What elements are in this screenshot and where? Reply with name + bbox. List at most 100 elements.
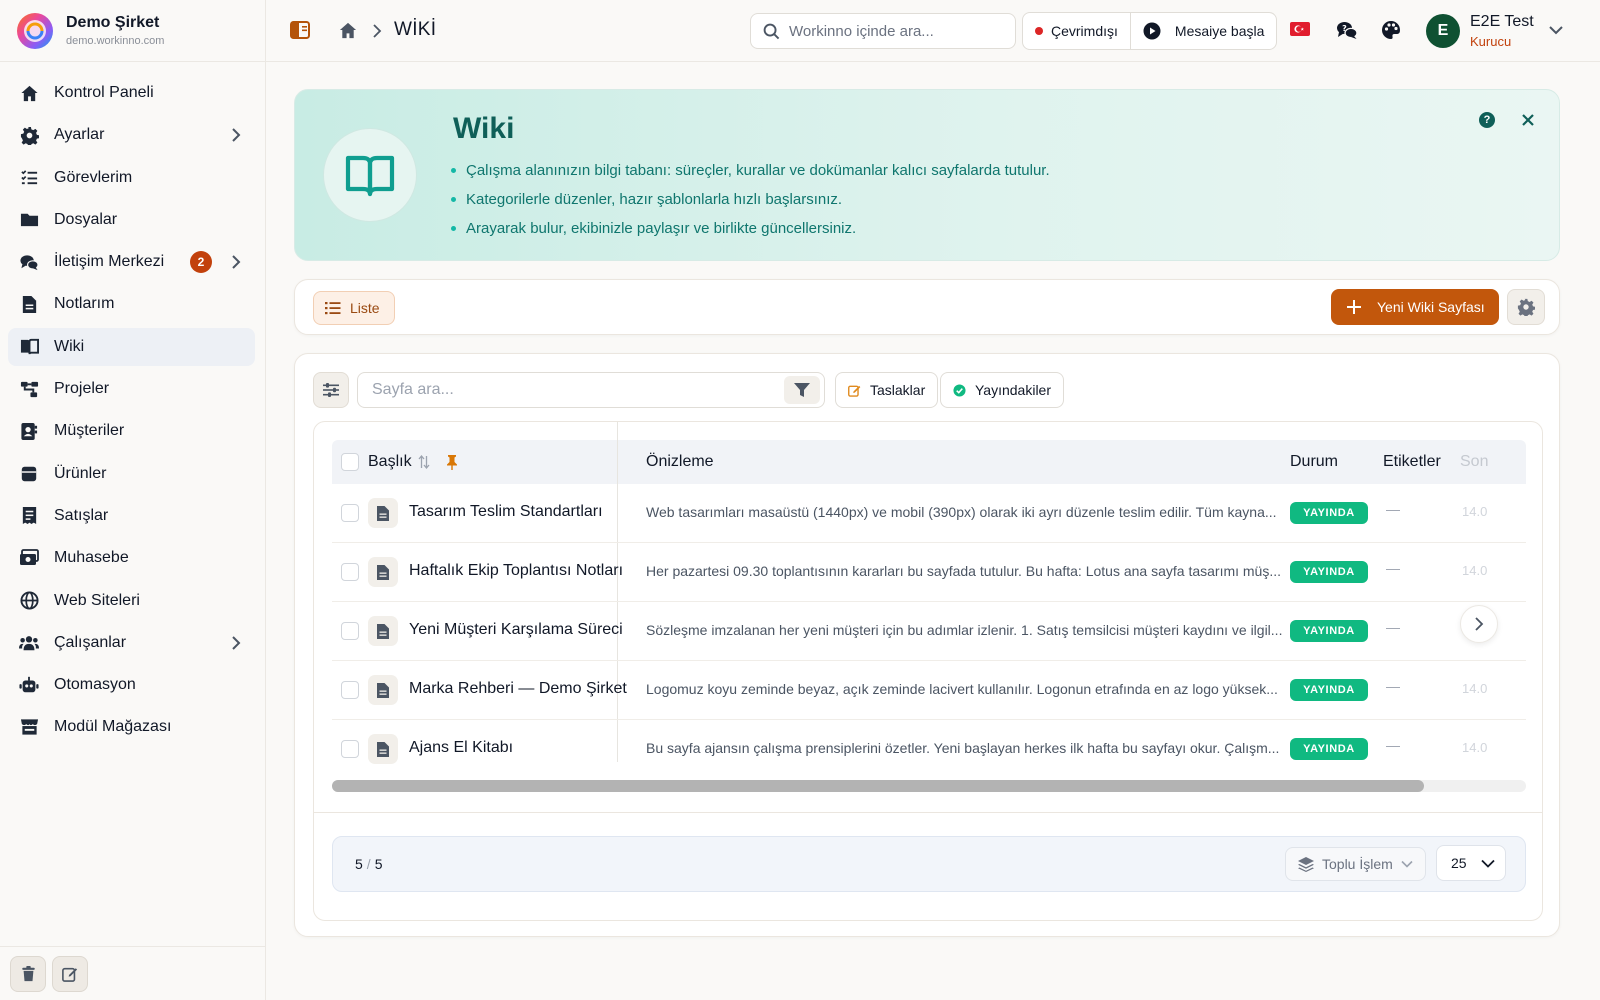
bulk-action-button[interactable]: Toplu İşlem (1285, 847, 1426, 881)
sidebar-toggle-icon[interactable] (290, 21, 310, 39)
column-title-header[interactable]: Başlık (368, 440, 458, 484)
check-circle-icon (953, 383, 966, 397)
pagination-bar: 5/5 Toplu İşlem 25 (332, 836, 1526, 892)
home-icon (19, 83, 39, 103)
document-icon (368, 734, 398, 764)
row-checkbox[interactable] (341, 563, 359, 581)
list-view-label: Liste (350, 300, 380, 316)
scroll-right-button[interactable] (1460, 605, 1498, 643)
published-filter-chip[interactable]: Yayındakiler (940, 372, 1065, 408)
updated-date-cell: 14.0 (1462, 681, 1488, 696)
updated-date-cell: 14.0 (1462, 504, 1488, 519)
page-title-cell[interactable]: Ajans El Kitabı (409, 739, 513, 757)
column-tags-header[interactable]: Etiketler (1383, 440, 1441, 484)
row-checkbox[interactable] (341, 681, 359, 699)
sidebar-item-dashboard[interactable]: Kontrol Paneli (8, 74, 255, 112)
sidebar-item-label: Kontrol Paneli (54, 84, 154, 101)
page-title-cell[interactable]: Haftalık Ekip Toplantısı Notları (409, 562, 623, 580)
select-all-checkbox[interactable] (341, 453, 359, 471)
document-icon (368, 616, 398, 646)
page-title-cell[interactable]: Yeni Müşteri Karşılama Süreci (409, 621, 623, 639)
sidebar-item-employees[interactable]: Çalışanlar (8, 624, 255, 662)
page-size-value: 25 (1451, 855, 1467, 871)
table-row[interactable]: Marka Rehberi — Demo Şirket Logomuz koyu… (332, 661, 1526, 720)
new-wiki-page-button[interactable]: Yeni Wiki Sayfası (1331, 289, 1499, 325)
edit-button[interactable] (52, 955, 88, 992)
divider (314, 812, 1542, 813)
sidebar-item-files[interactable]: Dosyalar (8, 201, 255, 239)
play-icon (1143, 22, 1161, 40)
turkish-flag-icon[interactable] (1290, 22, 1310, 36)
sidebar-item-customers[interactable]: Müşteriler (8, 412, 255, 450)
start-shift-button[interactable]: Mesaiye başla (1129, 13, 1277, 49)
tags-cell: — (1386, 501, 1400, 517)
edit-icon (848, 384, 861, 397)
sidebar-item-accounting[interactable]: Muhasebe (8, 539, 255, 577)
row-checkbox[interactable] (341, 504, 359, 522)
brand[interactable]: Demo Şirket demo.workinno.com (0, 0, 265, 62)
global-search[interactable] (750, 13, 1016, 49)
sidebar-item-module-store[interactable]: Modül Mağazası (8, 708, 255, 746)
sidebar-item-wiki[interactable]: Wiki (8, 327, 255, 366)
user-name[interactable]: E2E Test (1470, 13, 1534, 31)
drafts-filter-chip[interactable]: Taslaklar (835, 372, 939, 408)
column-last-updated-header[interactable]: Son (1460, 440, 1488, 484)
table-row[interactable]: Ajans El Kitabı Bu sayfa ajansın çalışma… (332, 720, 1526, 779)
project-icon (19, 379, 39, 399)
document-icon (368, 557, 398, 587)
row-checkbox[interactable] (341, 622, 359, 640)
robot-icon (19, 675, 39, 695)
home-icon[interactable] (338, 21, 358, 40)
table-row[interactable]: Yeni Müşteri Karşılama Süreci Sözleşme i… (332, 602, 1526, 661)
page-size-select[interactable]: 25 (1436, 845, 1506, 881)
sidebar-item-automation[interactable]: Otomasyon (8, 666, 255, 704)
sidebar-item-label: Ayarlar (54, 126, 105, 144)
list-icon (325, 301, 341, 315)
table-row[interactable]: Haftalık Ekip Toplantısı Notları Her paz… (332, 543, 1526, 602)
wiki-intro-banner: Wiki Çalışma alanınızın bilgi tabanı: sü… (294, 89, 1560, 261)
sidebar-item-sales[interactable]: Satışlar (8, 497, 255, 535)
avatar[interactable]: E (1426, 14, 1460, 48)
global-search-input[interactable] (789, 22, 999, 40)
messages-icon[interactable]: ? (1336, 20, 1358, 40)
sidebar-item-communication[interactable]: İletişim Merkezi 2 (8, 243, 255, 281)
horizontal-scrollbar[interactable] (332, 780, 1526, 792)
page-title-cell[interactable]: Tasarım Teslim Standartları (409, 503, 603, 521)
wiki-toolbar: Liste Yeni Wiki Sayfası (294, 279, 1560, 335)
sidebar-item-label: Satışlar (54, 506, 109, 524)
sidebar-item-tasks[interactable]: Görevlerim (8, 159, 255, 197)
chevron-down-icon[interactable] (1548, 24, 1564, 36)
palette-icon[interactable] (1381, 20, 1401, 40)
filter-button[interactable] (784, 376, 820, 404)
page-search[interactable] (357, 372, 825, 408)
sidebar-item-settings[interactable]: Ayarlar (8, 116, 255, 154)
pin-icon[interactable] (446, 454, 458, 470)
brand-domain: demo.workinno.com (66, 35, 165, 47)
sidebar-item-websites[interactable]: Web Siteleri (8, 582, 255, 620)
column-status-header[interactable]: Durum (1290, 440, 1338, 484)
layers-icon (1298, 856, 1314, 872)
scrollbar-thumb[interactable] (332, 780, 1424, 792)
record-count: 5/5 (355, 856, 383, 872)
table-row[interactable]: Tasarım Teslim Standartları Web tasarıml… (332, 484, 1526, 543)
filter-panel-button[interactable] (313, 372, 349, 408)
page-search-input[interactable] (372, 381, 772, 399)
sidebar-item-notes[interactable]: Notlarım (8, 285, 255, 323)
sidebar-item-projects[interactable]: Projeler (8, 370, 255, 408)
column-title-label: Başlık (368, 453, 412, 470)
offline-dot (1035, 27, 1043, 35)
intro-bullets: Çalışma alanınızın bilgi tabanı: süreçle… (451, 156, 1050, 243)
wiki-settings-button[interactable] (1507, 289, 1545, 325)
page-title-cell[interactable]: Marka Rehberi — Demo Şirket (409, 680, 627, 698)
trash-button[interactable] (10, 955, 46, 992)
list-view-button[interactable]: Liste (313, 291, 395, 325)
close-icon[interactable] (1520, 112, 1536, 128)
users-icon (19, 633, 39, 653)
status-badge: YAYINDA (1290, 620, 1368, 642)
breadcrumb-current: WİKİ (394, 19, 437, 40)
sidebar-item-products[interactable]: Ürünler (8, 455, 255, 493)
row-checkbox[interactable] (341, 740, 359, 758)
task-list-icon (19, 168, 39, 188)
help-icon[interactable]: ? (1479, 112, 1495, 128)
presence-status-button[interactable]: Çevrimdışı (1023, 13, 1130, 49)
